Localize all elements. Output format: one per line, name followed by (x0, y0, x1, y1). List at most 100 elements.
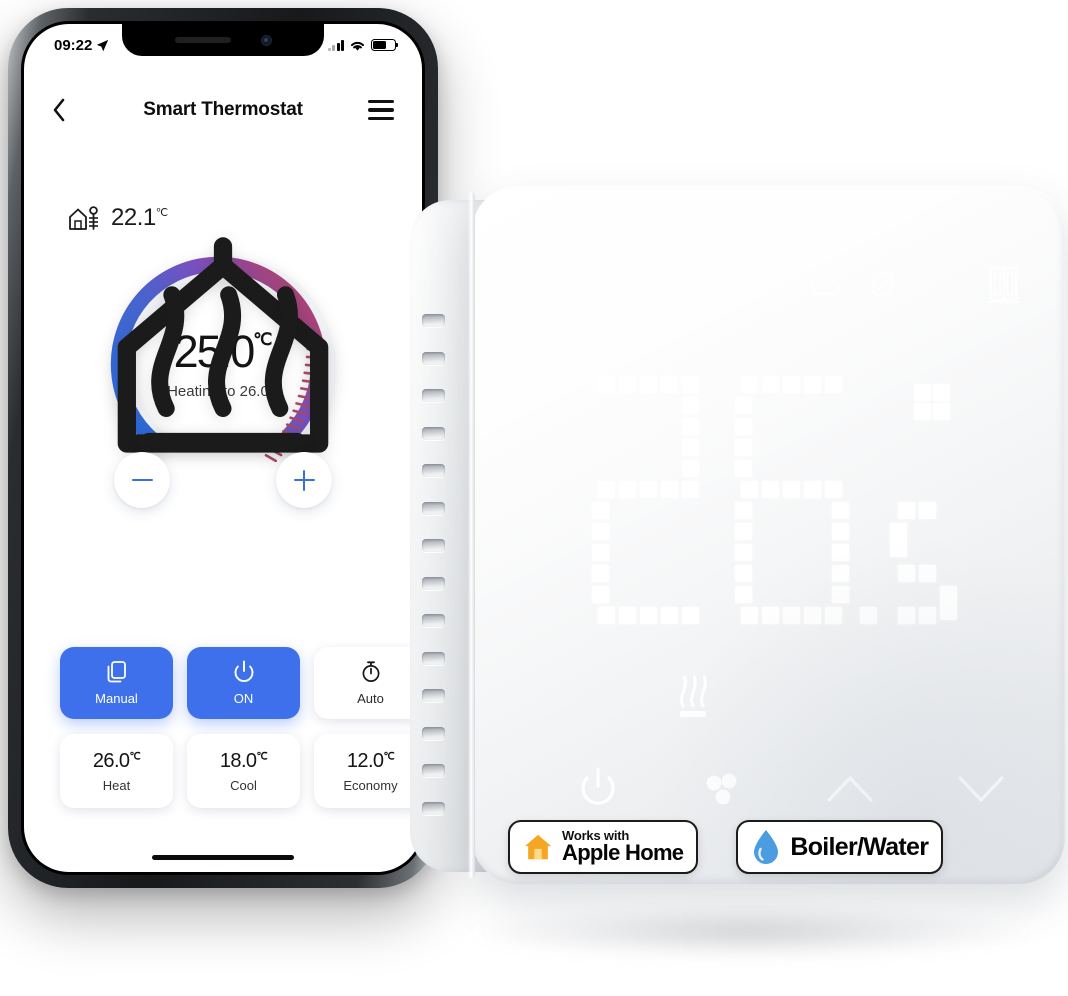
water-drop-icon (754, 830, 779, 865)
vent-slot (422, 539, 445, 552)
temperature-dial[interactable]: 25.0 ℃ Heating to 26.0℃ (98, 232, 348, 482)
boiler-water-label: Boiler/Water (790, 832, 929, 861)
minus-icon (131, 470, 153, 491)
sun-icon (750, 269, 782, 301)
ambient-temperature-row: 22.1℃ (68, 204, 168, 232)
open-window-icon (986, 267, 1021, 304)
chevron-left-icon (53, 98, 65, 122)
device-drop-shadow (470, 905, 1030, 959)
location-arrow-icon (97, 39, 109, 51)
vent-slot (422, 726, 445, 740)
device-bezel-highlight (468, 192, 475, 878)
product-scene: 09:22 Smart Thermostat 22.1℃ 25.0 ℃ Heat… (0, 0, 1068, 996)
page-title: Smart Thermostat (143, 99, 303, 120)
hamburger-menu-icon[interactable] (368, 100, 394, 120)
app-header: Smart Thermostat (24, 86, 422, 134)
vent-slot (422, 764, 445, 777)
ventilation-slots (422, 314, 445, 815)
fan-icon[interactable] (698, 768, 744, 810)
ambient-temp-number: 22.1 (111, 204, 156, 231)
back-button[interactable] (52, 98, 78, 122)
cloud-night-icon (808, 273, 840, 295)
earpiece-speaker (174, 37, 231, 43)
preset-value-cool: 18.0℃ (219, 749, 268, 773)
temperature-stepper (114, 452, 332, 508)
plus-icon (293, 469, 315, 491)
preset-label-cool: Cool (230, 777, 257, 793)
copy-pages-icon (107, 661, 126, 683)
smartphone-device: 09:22 Smart Thermostat 22.1℃ 25.0 ℃ Heat… (8, 8, 438, 888)
apple-home-label: Apple Home (562, 840, 684, 866)
status-time: 09:22 (54, 36, 93, 54)
ambient-temperature-value: 22.1℃ (111, 204, 168, 232)
preset-label-heat: Heat (102, 777, 131, 793)
heat-waves-icon (680, 675, 707, 717)
mode-button-on[interactable]: ON (187, 647, 300, 719)
badge-boiler-water: Boiler/Water (736, 820, 944, 875)
wifi-icon (572, 274, 605, 298)
preset-card-cool[interactable]: 18.0℃ Cool (187, 734, 300, 808)
preset-cool-unit: ℃ (256, 750, 268, 762)
smart-thermostat-device (410, 186, 1065, 898)
timer-icon (701, 269, 724, 300)
chevron-down-icon[interactable] (955, 770, 1007, 808)
power-icon[interactable] (577, 766, 619, 812)
status-bar-right (327, 39, 399, 52)
orange-house-icon (524, 834, 552, 860)
preset-economy-unit: ℃ (383, 750, 395, 762)
vent-slot (422, 689, 445, 702)
preset-cool-number: 18.0 (219, 749, 257, 772)
apple-home-text: Works with Apple Home (562, 829, 684, 866)
phone-bezel: 09:22 Smart Thermostat 22.1℃ 25.0 ℃ Heat… (21, 21, 425, 875)
ambient-temp-unit: ℃ (155, 207, 168, 219)
vent-slot (422, 651, 445, 665)
battery-icon (371, 39, 399, 51)
vent-slot (422, 614, 445, 627)
mode-label-on: ON (233, 691, 254, 706)
stopwatch-icon (362, 661, 379, 682)
vent-slot (422, 314, 445, 327)
increase-temperature-button[interactable] (276, 452, 332, 508)
mode-label-auto: Auto (357, 691, 384, 706)
preset-card-heat[interactable]: 26.0℃ Heat (60, 734, 173, 808)
device-front-panel (472, 186, 1065, 884)
certification-badges: Works with Apple Home Boiler/Water (508, 820, 944, 875)
vent-slot (422, 576, 445, 590)
chevron-up-icon[interactable] (824, 770, 876, 808)
vent-slot (422, 501, 445, 515)
cellular-signal-icon (327, 39, 344, 51)
mode-label-manual: Manual (95, 691, 138, 706)
preset-heat-unit: ℃ (129, 750, 141, 762)
preset-economy-number: 12.0 (346, 749, 384, 772)
mode-button-auto[interactable]: Auto (314, 647, 422, 719)
preset-value-economy: 12.0℃ (346, 749, 395, 773)
vent-slot (422, 351, 445, 365)
vent-slot (422, 801, 445, 815)
preset-value-heat: 26.0℃ (92, 749, 141, 773)
led-temperature-display (592, 376, 1022, 636)
phone-notch (122, 24, 324, 56)
decrease-temperature-button[interactable] (114, 452, 170, 508)
house-radiator-icon (69, 206, 98, 230)
phone-screen: 09:22 Smart Thermostat 22.1℃ 25.0 ℃ Heat… (24, 24, 422, 872)
vent-slot (422, 464, 445, 477)
preset-card-economy[interactable]: 12.0℃ Economy (314, 734, 422, 808)
front-camera-icon (260, 34, 272, 46)
mode-button-row: Manual ON Auto (60, 647, 422, 719)
leaf-eco-icon (871, 272, 894, 298)
dial-center-readout: 25.0 ℃ Heating to 26.0℃ (98, 232, 348, 482)
home-indicator-bar[interactable] (152, 855, 294, 860)
power-icon (234, 660, 253, 682)
vent-slot (422, 426, 445, 440)
device-status-icon-row (567, 258, 1022, 312)
status-bar-left: 09:22 (54, 37, 109, 54)
badge-apple-home: Works with Apple Home (508, 820, 699, 875)
vent-slot (422, 389, 445, 402)
preset-card-row: 26.0℃ Heat 18.0℃ Cool 12.0℃ Economy (60, 734, 422, 808)
device-touch-controls (577, 761, 1007, 817)
mode-button-manual[interactable]: Manual (60, 647, 173, 719)
wifi-icon (350, 41, 365, 51)
preset-heat-number: 26.0 (92, 749, 130, 772)
preset-label-economy: Economy (343, 777, 398, 793)
heat-waves-icon (139, 286, 307, 453)
